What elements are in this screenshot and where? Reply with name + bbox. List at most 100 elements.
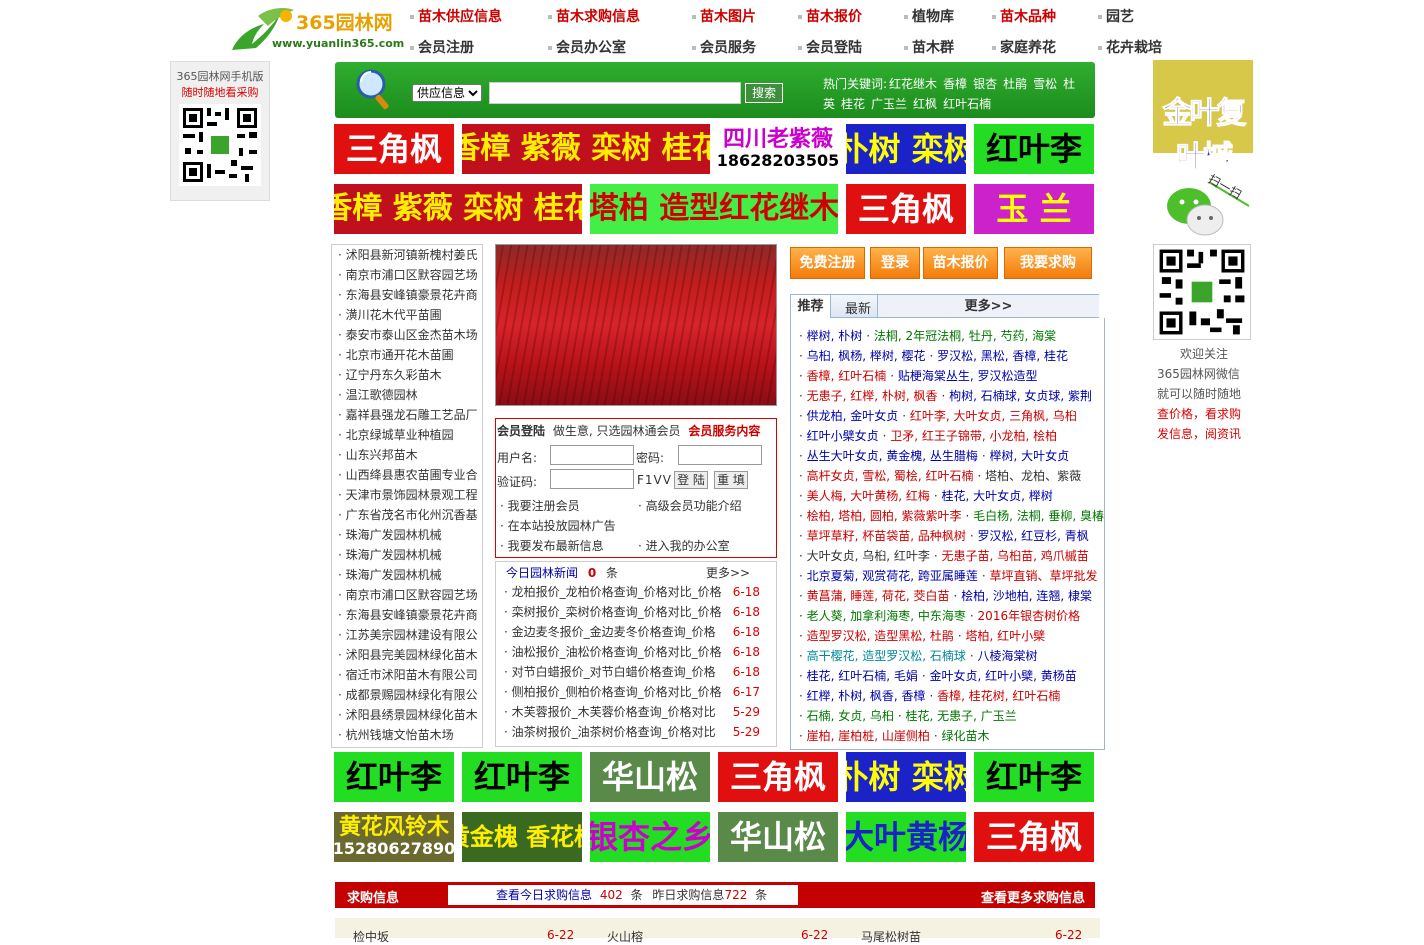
hot-keyword[interactable]: 雪松: [1033, 77, 1057, 91]
banner-ad[interactable]: 香樟 紫薇 栾树 桂花: [462, 124, 710, 174]
nav-item-1[interactable]: 苗木求购信息: [548, 6, 640, 26]
buy-item[interactable]: 马尾松树苗: [861, 928, 921, 945]
login-link[interactable]: · 我要注册会员: [500, 497, 580, 514]
recommend-link[interactable]: 桂花, 无患子, 广玉兰: [906, 709, 1017, 723]
hot-keyword[interactable]: 红叶石楠: [943, 97, 991, 111]
nav-item-9[interactable]: 会员服务: [692, 37, 756, 57]
buy-today-link[interactable]: 查看今日求购信息: [496, 888, 592, 902]
search-input[interactable]: [489, 82, 741, 104]
recommend-link[interactable]: 北京夏菊, 观赏荷花, 跨亚属睡莲: [807, 569, 978, 583]
supply-list-item[interactable]: · 江苏美宗园林建设有限公: [332, 625, 482, 645]
supply-list-item[interactable]: · 南京市浦口区默容园艺场: [332, 585, 482, 605]
recommend-link[interactable]: 塔柏, 红叶小檗: [966, 629, 1046, 643]
supply-list-item[interactable]: · 珠海广发园林机械: [332, 525, 482, 545]
recommend-link[interactable]: 乌桕, 枫杨, 榉树, 樱花: [807, 349, 926, 363]
recommend-link[interactable]: 贴梗海棠丛生, 罗汉松造型: [898, 369, 1038, 383]
hot-keyword[interactable]: 广玉兰: [871, 97, 907, 111]
supply-list-item[interactable]: · 沭阳县新河镇新槐村姜氏: [332, 245, 482, 265]
banner-ad[interactable]: 华山松: [718, 812, 838, 862]
recommend-link[interactable]: 高干樱花, 造型罗汉松, 石楠球: [807, 649, 966, 663]
featured-plant-photo[interactable]: [495, 244, 777, 406]
banner-ad[interactable]: 香樟 紫薇 栾树 桂花: [334, 184, 582, 234]
supply-list-item[interactable]: · 杭州钱塘文怡苗木场: [332, 725, 482, 745]
news-title[interactable]: 今日园林新闻: [506, 566, 578, 580]
password-input[interactable]: [678, 445, 762, 465]
supply-list-item[interactable]: · 山东兴邦苗木: [332, 445, 482, 465]
recommend-link[interactable]: 卫矛, 红王子锦带, 小龙柏, 桧柏: [890, 429, 1057, 443]
reset-button[interactable]: 重 填: [714, 471, 748, 489]
recommend-link[interactable]: 罗汉松, 黑松, 香樟, 桂花: [937, 349, 1068, 363]
recommend-link[interactable]: 崖柏, 崖柏桩, 山崖侧柏: [807, 729, 930, 743]
banner-ad[interactable]: 三角枫: [334, 124, 454, 174]
news-item[interactable]: · 龙柏报价_龙柏价格查询_价格对比_价格 6-18: [504, 582, 774, 602]
banner-ad[interactable]: 三角枫: [718, 752, 838, 802]
supply-list-item[interactable]: · 天津市景饰园林景观工程: [332, 485, 482, 505]
recommend-link[interactable]: 八棱海棠树: [978, 649, 1038, 663]
recommend-link[interactable]: 罗汉松, 红豆杉, 青枫: [978, 529, 1089, 543]
recommend-link[interactable]: 枸树, 石楠球, 女贞球, 紫荆: [949, 389, 1092, 403]
tab-latest[interactable]: 最新: [845, 298, 871, 317]
supply-list-item[interactable]: · 北京市通开花木苗圃: [332, 345, 482, 365]
nav-item-13[interactable]: 花卉栽培: [1098, 37, 1162, 57]
search-type-select[interactable]: 供应信息: [412, 84, 482, 102]
supply-list-item[interactable]: · 东海县安峰镇豪景花卉商: [332, 605, 482, 625]
nav-item-6[interactable]: 园艺: [1098, 6, 1134, 26]
supply-list-item[interactable]: · 泰安市泰山区金杰苗木场: [332, 325, 482, 345]
recommend-link[interactable]: 桧柏, 塔柏, 圆柏, 紫薇紫叶李: [807, 509, 962, 523]
captcha-input[interactable]: [550, 469, 634, 489]
nav-item-0[interactable]: 苗木供应信息: [410, 6, 502, 26]
login-top-button[interactable]: 登录: [870, 247, 920, 279]
banner-ad[interactable]: 四川老紫薇 18628203505: [718, 124, 838, 174]
recommend-link[interactable]: 大叶女贞, 乌桕, 红叶李: [807, 549, 930, 563]
recommend-link[interactable]: 高杆女贞, 雪松, 蜀桧, 红叶石楠: [807, 469, 974, 483]
recommend-link[interactable]: 桂花, 红叶石楠, 毛娟: [807, 669, 918, 683]
recommend-link[interactable]: 石楠, 女贞, 乌桕: [807, 709, 894, 723]
recommend-link[interactable]: 供龙柏, 金叶女贞: [807, 409, 899, 423]
post-buy-button[interactable]: 我要求购: [1004, 247, 1092, 279]
supply-list-item[interactable]: · 宿迁市沭阳苗木有限公司: [332, 665, 482, 685]
login-link[interactable]: · 在本站投放园林广告: [500, 517, 616, 534]
supply-list-item[interactable]: · 南京市浦口区默容园艺场: [332, 265, 482, 285]
recommend-link[interactable]: 毛白杨, 法桐, 垂柳, 臭椿: [973, 509, 1104, 523]
nav-item-10[interactable]: 会员登陆: [798, 37, 862, 57]
login-button[interactable]: 登 陆: [674, 471, 708, 489]
banner-ad[interactable]: 玉 兰: [974, 184, 1094, 234]
recommend-link[interactable]: 金叶女贞, 红叶小檗, 黄杨苗: [930, 669, 1077, 683]
recommend-link[interactable]: 绿化苗木: [942, 729, 990, 743]
recommend-link[interactable]: 老人葵, 加拿利海枣, 中东海枣: [807, 609, 966, 623]
banner-ad[interactable]: 三角枫: [974, 812, 1094, 862]
recommend-link[interactable]: 桂花, 大叶女贞, 榉树: [942, 489, 1053, 503]
news-item[interactable]: · 对节白蜡报价_对节白蜡价格查询_价格 6-18: [504, 662, 774, 682]
supply-list-item[interactable]: · 温江歌德园林: [332, 385, 482, 405]
recommend-link[interactable]: 黄菖蒲, 睡莲, 荷花, 茭白苗: [807, 589, 950, 603]
recommend-link[interactable]: 法桐, 2年冠法桐, 牡丹, 芍药, 海棠: [874, 329, 1056, 343]
recommend-link[interactable]: 榉树, 大叶女贞: [990, 449, 1070, 463]
supply-list-item[interactable]: · 沭阳县绣景园林绿化苗木: [332, 705, 482, 725]
buy-item[interactable]: 火山榕: [607, 928, 643, 945]
login-link[interactable]: · 高级会员功能介绍: [638, 497, 742, 514]
recommend-link[interactable]: 造型罗汉松, 造型黑松, 杜鹃: [807, 629, 954, 643]
member-service-link[interactable]: 会员服务内容: [688, 424, 760, 438]
banner-ad[interactable]: 红叶李: [974, 752, 1094, 802]
banner-ad[interactable]: 黄金槐 香花槐: [462, 812, 582, 862]
hot-keyword[interactable]: 杜鹃: [1003, 77, 1027, 91]
recommend-link[interactable]: 桧柏, 沙地柏, 连翘, 棣棠: [961, 589, 1092, 603]
banner-ad[interactable]: 银杏之乡: [590, 812, 710, 862]
login-link[interactable]: · 进入我的办公室: [638, 537, 730, 554]
news-item[interactable]: · 木芙蓉报价_木芙蓉价格查询_价格对比 5-29: [504, 702, 774, 722]
supply-list-item[interactable]: · 山西绛县惠农苗圃专业合: [332, 465, 482, 485]
banner-ad[interactable]: 朴树 栾树: [846, 124, 966, 174]
recommend-link[interactable]: 香樟, 桂花树, 红叶石楠: [937, 689, 1060, 703]
price-button[interactable]: 苗木报价: [923, 247, 998, 279]
nav-item-3[interactable]: 苗木报价: [798, 6, 862, 26]
supply-list-item[interactable]: · 东海县安峰镇豪景花卉商: [332, 285, 482, 305]
supply-list-item[interactable]: · 嘉祥县强龙石雕工艺品厂: [332, 405, 482, 425]
nav-item-12[interactable]: 家庭养花: [992, 37, 1056, 57]
banner-ad[interactable]: 红叶李: [334, 752, 454, 802]
banner-ad[interactable]: 红叶李: [462, 752, 582, 802]
search-button[interactable]: 搜索: [745, 83, 783, 103]
recommend-link[interactable]: 2016年银杏树价格: [978, 609, 1081, 623]
recommend-link[interactable]: 红叶李, 大叶女贞, 三角枫, 乌桕: [910, 409, 1077, 423]
supply-list-item[interactable]: · 广东省茂名市化州沉香基: [332, 505, 482, 525]
register-button[interactable]: 免费注册: [790, 247, 865, 279]
